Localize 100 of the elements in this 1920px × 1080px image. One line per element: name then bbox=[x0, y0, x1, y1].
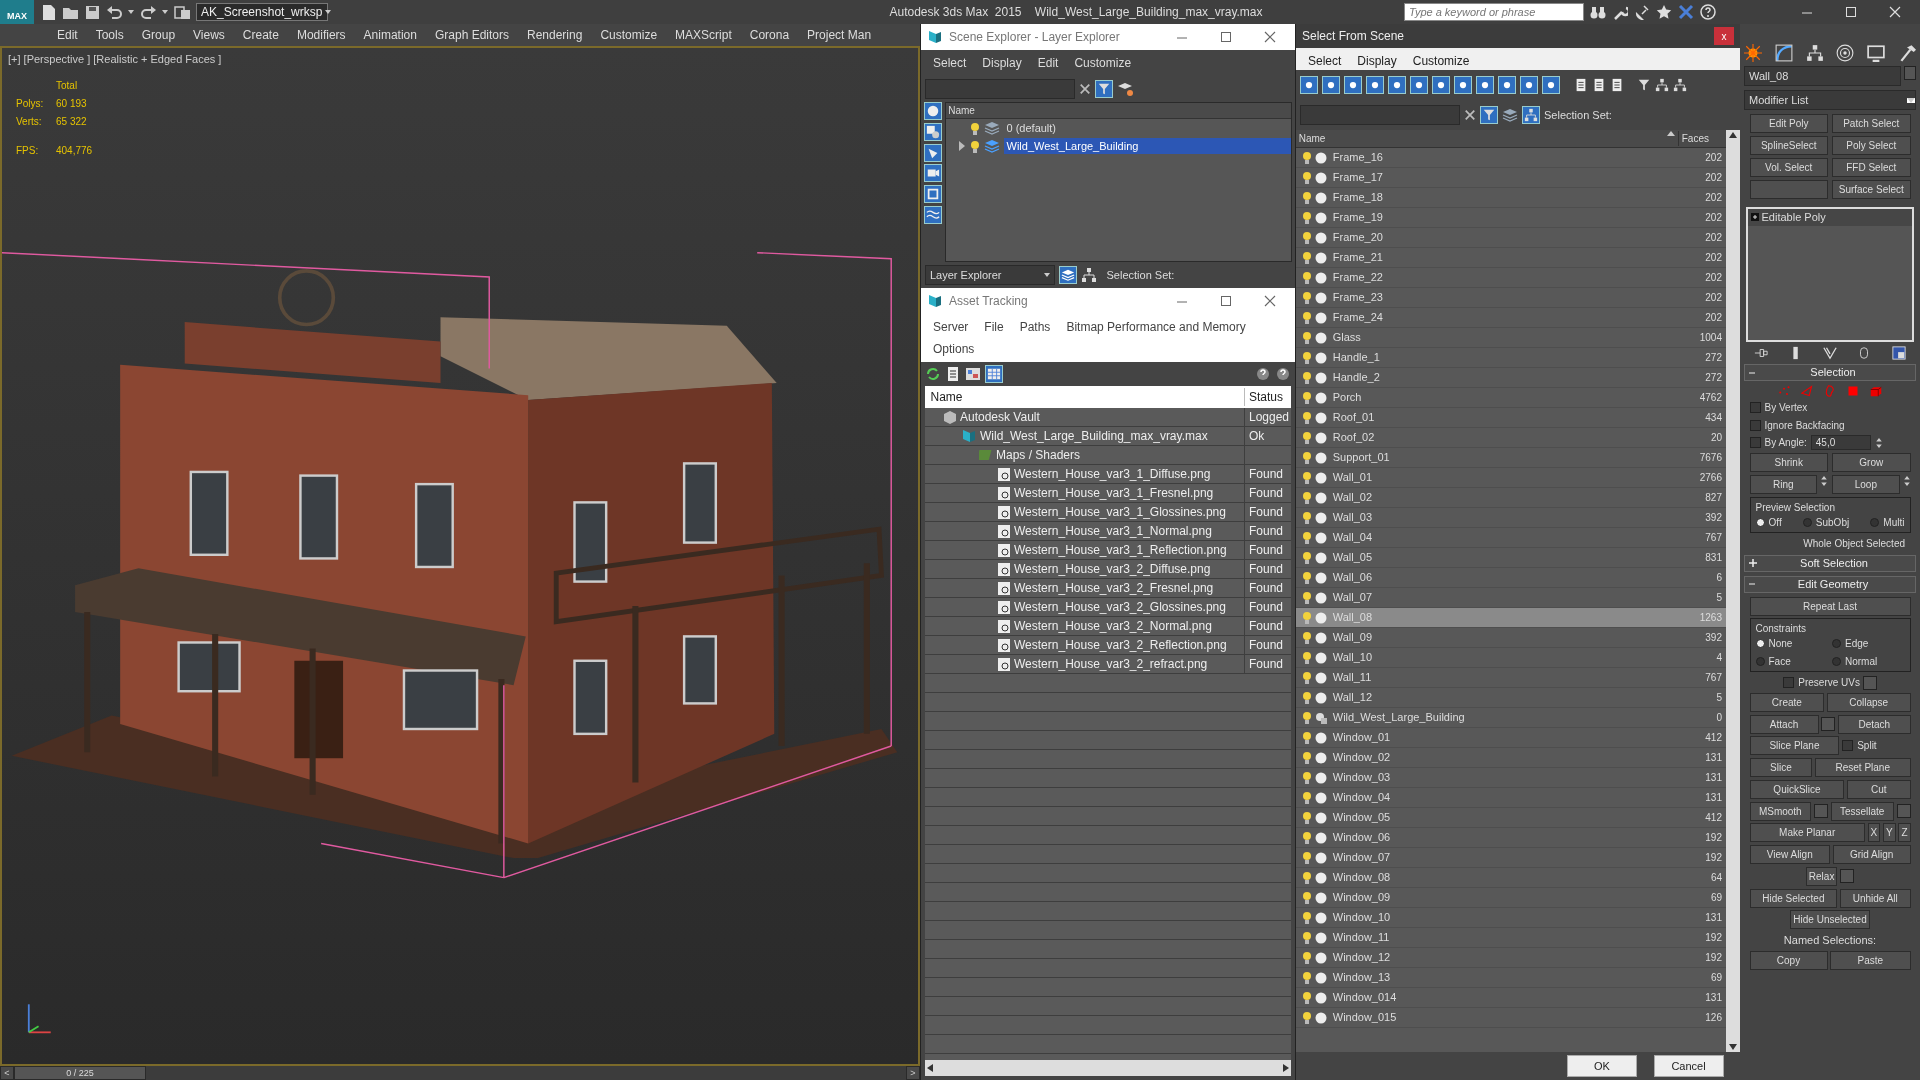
sphere-icon[interactable] bbox=[1315, 391, 1327, 404]
group-icon[interactable] bbox=[1315, 711, 1327, 724]
close-icon[interactable] bbox=[1263, 30, 1277, 44]
radio-button[interactable] bbox=[1755, 639, 1765, 649]
sphere-icon[interactable] bbox=[1315, 311, 1327, 324]
search-field[interactable]: Type a keyword or phrase bbox=[1404, 3, 1584, 21]
lamp-filter-button[interactable] bbox=[923, 143, 942, 162]
tool-button[interactable]: Loop bbox=[1832, 475, 1900, 494]
tool-button[interactable]: Create bbox=[1749, 692, 1825, 712]
menu-item[interactable]: Options bbox=[927, 338, 981, 360]
object-row[interactable]: Wall_06 6 bbox=[1296, 568, 1726, 588]
menu-item[interactable]: Edit bbox=[48, 26, 87, 44]
lightbulb-icon[interactable] bbox=[1302, 671, 1312, 684]
pin-stack-icon[interactable] bbox=[1754, 346, 1769, 360]
axis-button[interactable]: X bbox=[1867, 823, 1881, 843]
undo-icon[interactable] bbox=[106, 4, 122, 20]
lightbulb-icon[interactable] bbox=[1302, 771, 1312, 784]
object-row[interactable]: Window_07 192 bbox=[1296, 848, 1726, 868]
object-row[interactable]: Frame_20 202 bbox=[1296, 228, 1726, 248]
lightbulb-icon[interactable] bbox=[1302, 731, 1312, 744]
tool-button[interactable]: QuickSlice bbox=[1749, 779, 1845, 799]
tool-button[interactable]: Slice Plane bbox=[1749, 736, 1840, 756]
lightbulb-icon[interactable] bbox=[1302, 1011, 1312, 1024]
object-row[interactable]: Wall_11 767 bbox=[1296, 668, 1726, 688]
lightbulb-icon[interactable] bbox=[1302, 991, 1312, 1004]
sphere-icon[interactable] bbox=[1315, 271, 1327, 284]
object-type-filter-button[interactable] bbox=[1300, 76, 1318, 94]
object-row[interactable]: Wall_05 831 bbox=[1296, 548, 1726, 568]
checkbox[interactable] bbox=[1749, 419, 1761, 431]
sphere-icon[interactable] bbox=[1315, 631, 1327, 644]
sphere-icon[interactable] bbox=[1315, 891, 1327, 904]
sphere-icon[interactable] bbox=[1315, 851, 1327, 864]
object-row[interactable]: Frame_21 202 bbox=[1296, 248, 1726, 268]
sphere-icon[interactable] bbox=[1315, 811, 1327, 824]
menu-item[interactable]: Display bbox=[1351, 50, 1403, 72]
object-row[interactable]: Window_05 412 bbox=[1296, 808, 1726, 828]
checkbox[interactable] bbox=[1842, 740, 1854, 752]
wave-filter-button[interactable] bbox=[923, 205, 942, 224]
sphere-icon[interactable] bbox=[1315, 291, 1327, 304]
tool-button[interactable]: Repeat Last bbox=[1749, 596, 1911, 616]
sphere-icon[interactable] bbox=[1315, 451, 1327, 464]
tool-button[interactable]: Ring bbox=[1749, 475, 1818, 494]
maximize-icon[interactable] bbox=[1219, 294, 1233, 308]
axis-button[interactable]: Z bbox=[1898, 823, 1911, 843]
object-row[interactable]: Wall_10 4 bbox=[1296, 648, 1726, 668]
asset-name[interactable]: Western_House_var3_1_Diffuse.png bbox=[1014, 465, 1211, 483]
object-row[interactable]: Window_10 131 bbox=[1296, 908, 1726, 928]
menu-item[interactable]: File bbox=[978, 316, 1010, 338]
object-type-filter-button[interactable] bbox=[1542, 76, 1560, 94]
asset-name[interactable]: Western_House_var3_2_Normal.png bbox=[1014, 617, 1212, 635]
filter-button[interactable] bbox=[1480, 106, 1498, 124]
menu-item[interactable]: Server bbox=[927, 316, 975, 338]
project-folder-icon[interactable] bbox=[174, 4, 190, 20]
object-row[interactable]: Window_03 131 bbox=[1296, 768, 1726, 788]
lightbulb-icon[interactable] bbox=[1302, 871, 1312, 884]
object-row[interactable]: Support_01 7676 bbox=[1296, 448, 1726, 468]
object-type-filter-button[interactable] bbox=[1366, 76, 1384, 94]
sphere-icon[interactable] bbox=[1315, 211, 1327, 224]
close-icon[interactable] bbox=[1263, 294, 1277, 308]
tool-button[interactable]: Relax bbox=[1805, 866, 1838, 886]
spinner-icon[interactable] bbox=[1820, 475, 1828, 487]
lightbulb-icon[interactable] bbox=[1302, 171, 1312, 184]
object-row[interactable]: Window_04 131 bbox=[1296, 788, 1726, 808]
hierarchy-button[interactable] bbox=[1522, 106, 1540, 124]
menu-item[interactable]: Paths bbox=[1013, 316, 1057, 338]
lightbulb-icon[interactable] bbox=[1302, 971, 1312, 984]
lightbulb-icon[interactable] bbox=[1302, 791, 1312, 804]
grid-view-button[interactable] bbox=[985, 365, 1003, 383]
sphere-icon[interactable] bbox=[1315, 971, 1327, 984]
maximize-icon[interactable] bbox=[1219, 30, 1233, 44]
layer-item[interactable]: Wild_West_Large_Building bbox=[1003, 137, 1292, 155]
tool-button[interactable]: Cut bbox=[1847, 779, 1911, 799]
lightbulb-icon[interactable] bbox=[1302, 531, 1312, 544]
help-icon[interactable] bbox=[1700, 4, 1716, 20]
satellite-dish-icon[interactable] bbox=[1634, 4, 1650, 20]
checkbox[interactable] bbox=[1749, 401, 1761, 413]
lightbulb-icon[interactable] bbox=[1302, 751, 1312, 764]
object-row[interactable]: Frame_18 202 bbox=[1296, 188, 1726, 208]
menu-item[interactable]: Modifiers bbox=[287, 26, 355, 44]
modifier-button[interactable]: Poly Select bbox=[1832, 136, 1911, 155]
object-row[interactable]: Window_12 192 bbox=[1296, 948, 1726, 968]
binoculars-icon[interactable] bbox=[1590, 4, 1606, 20]
sphere-icon[interactable] bbox=[1315, 231, 1327, 244]
lightbulb-icon[interactable] bbox=[1302, 951, 1312, 964]
menu-item[interactable]: Bitmap Performance and Memory bbox=[1060, 316, 1252, 338]
redo-icon[interactable] bbox=[140, 4, 156, 20]
save-icon[interactable] bbox=[84, 4, 100, 20]
list-icon[interactable] bbox=[945, 366, 961, 382]
menu-item[interactable]: Rendering bbox=[518, 26, 592, 44]
lightbulb-icon[interactable] bbox=[1302, 511, 1312, 524]
modifier-button[interactable]: Edit Poly bbox=[1749, 114, 1828, 133]
menu-item[interactable]: Corona bbox=[740, 26, 799, 44]
polygon-icon[interactable] bbox=[1847, 385, 1859, 397]
menu-item[interactable]: Project Man bbox=[798, 26, 881, 44]
asset-name[interactable]: Western_House_var3_2_refract.png bbox=[1014, 655, 1208, 673]
object-row[interactable]: Glass 1004 bbox=[1296, 328, 1726, 348]
radio-button[interactable] bbox=[1832, 657, 1841, 667]
right-arrow-icon[interactable] bbox=[1283, 1064, 1289, 1072]
object-row[interactable]: Wall_04 767 bbox=[1296, 528, 1726, 548]
object-row[interactable]: Handle_2 272 bbox=[1296, 368, 1726, 388]
